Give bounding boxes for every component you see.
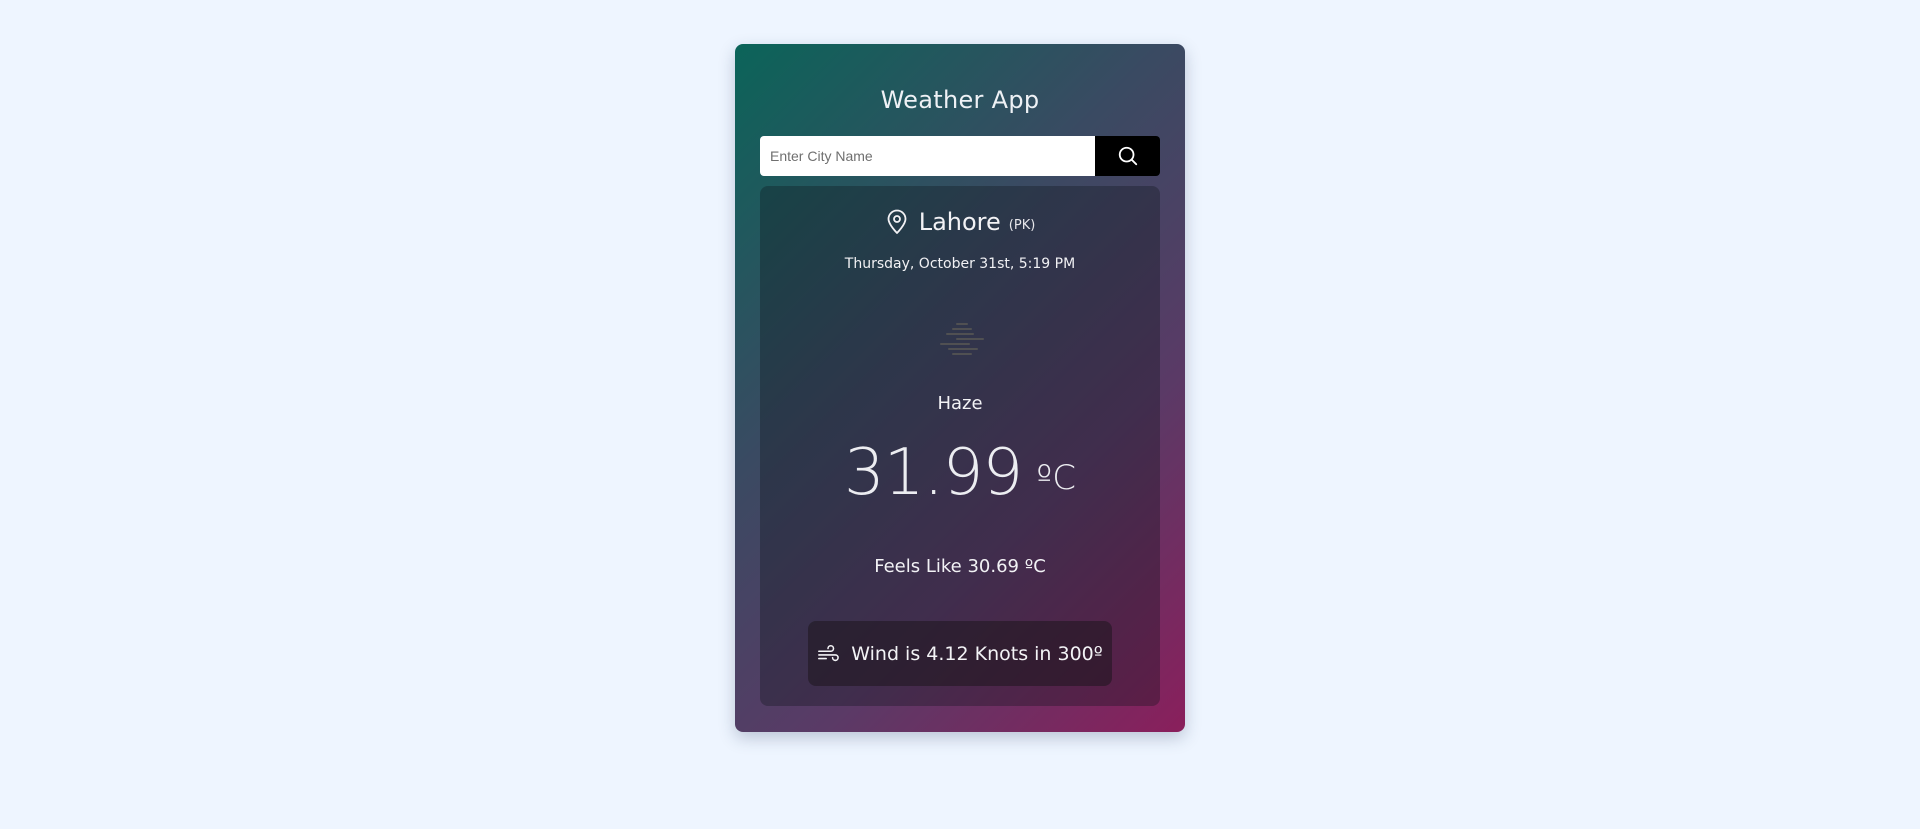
temperature-value: 31.99 [844, 436, 1023, 510]
weather-app-card: Weather App Lahore (PK) Thursday, Octob [735, 44, 1185, 732]
location: Lahore (PK) [760, 208, 1160, 236]
temperature-unit: ºC [1036, 458, 1076, 498]
search-icon [1117, 145, 1139, 167]
country-code: (PK) [1008, 217, 1036, 233]
wind-text: Wind is 4.12 Knots in 300º [851, 642, 1103, 665]
haze-icon [935, 318, 985, 358]
wind-info: Wind is 4.12 Knots in 300º [808, 621, 1112, 686]
city-search-input[interactable] [760, 136, 1095, 176]
wind-icon [817, 643, 840, 665]
date-time: Thursday, October 31st, 5:19 PM [844, 256, 1076, 272]
city-name: Lahore [918, 208, 1001, 236]
search-button[interactable] [1095, 136, 1160, 176]
weather-condition: Haze [937, 393, 983, 414]
temperature: 31.99 ºC [760, 441, 1160, 505]
weather-details-panel: Lahore (PK) Thursday, October 31st, 5:19… [760, 186, 1160, 706]
search-bar [760, 136, 1160, 176]
map-pin-icon [885, 209, 909, 235]
app-title: Weather App [880, 86, 1040, 114]
feels-like: Feels Like 30.69 ºC [874, 556, 1046, 577]
